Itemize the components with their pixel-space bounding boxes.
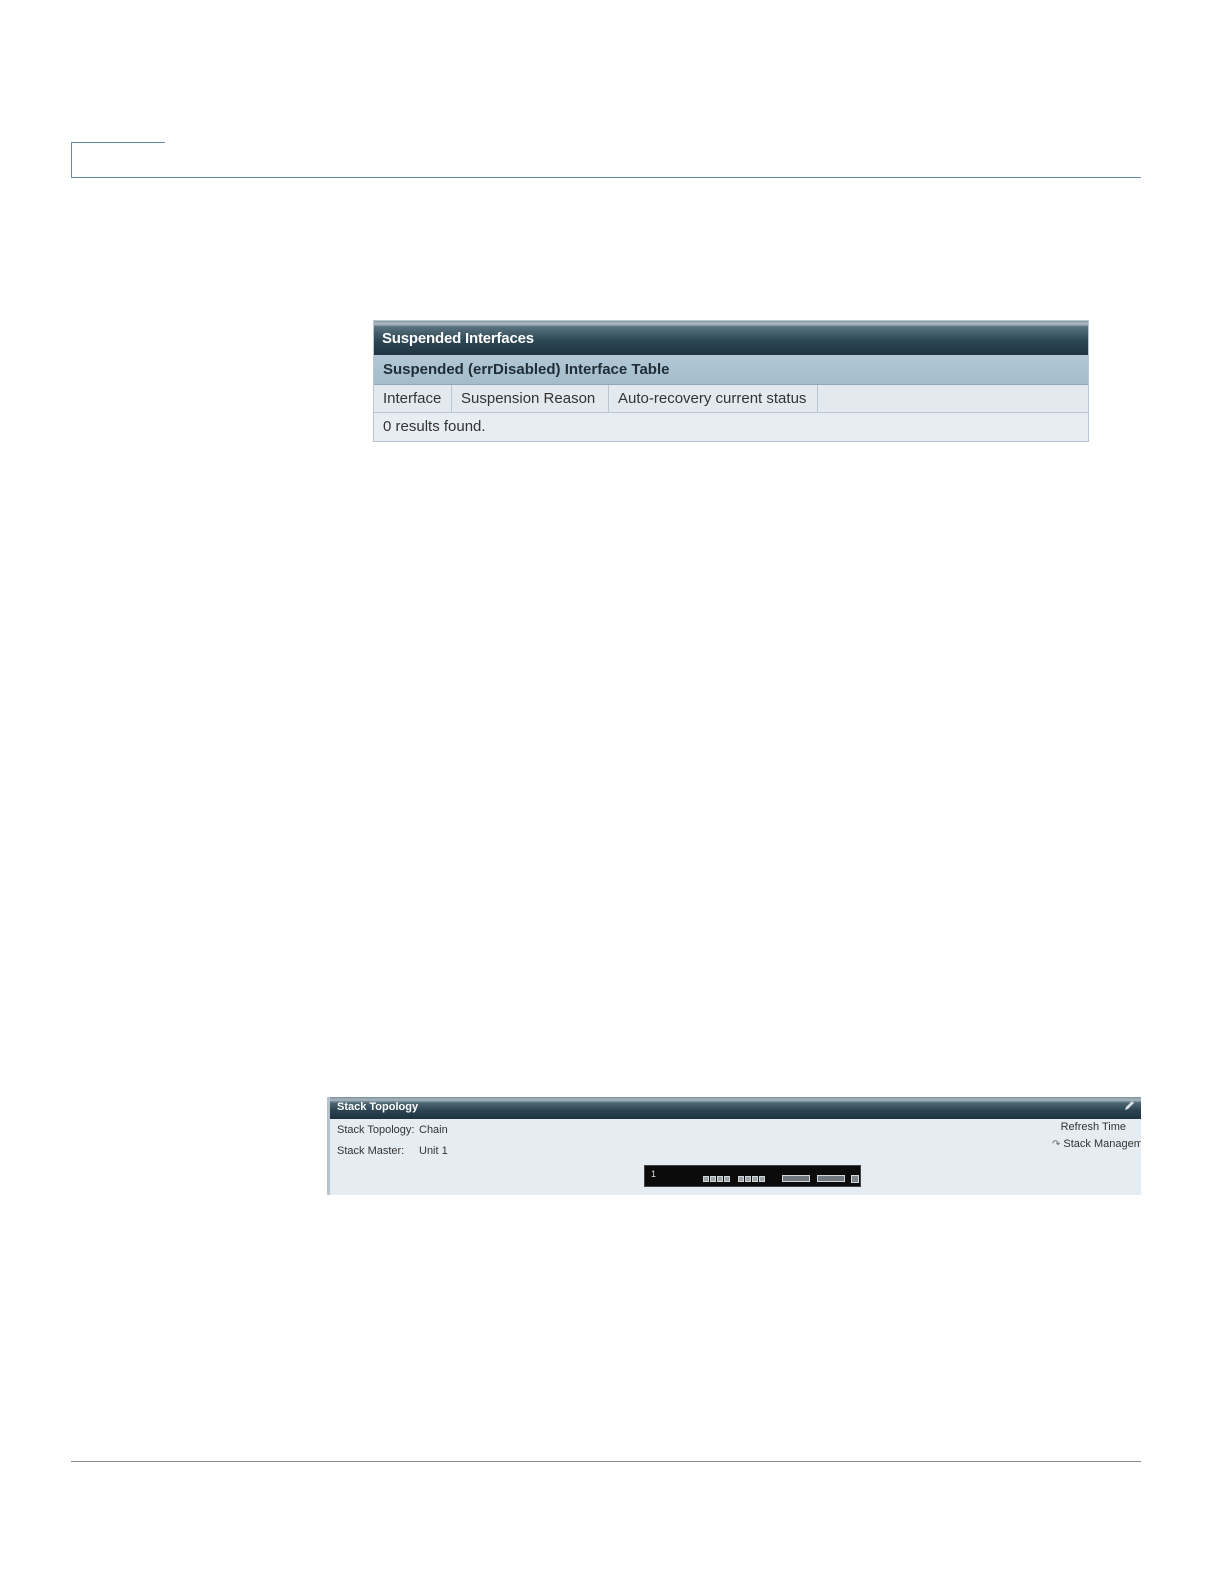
port-icon [752, 1176, 758, 1182]
column-header-auto-recovery-status[interactable]: Auto-recovery current status [609, 385, 818, 412]
sfp-port-icon [782, 1175, 810, 1182]
field-label: Stack Master: [337, 1145, 405, 1157]
stack-unit-image[interactable]: 1 [644, 1165, 861, 1187]
port-icon [703, 1176, 709, 1182]
suspended-interfaces-panel: Suspended Interfaces Suspended (errDisab… [373, 320, 1089, 442]
refresh-time-label[interactable]: Refresh Time [1061, 1121, 1126, 1133]
panel-title: Suspended Interfaces [374, 321, 1088, 355]
field-value: Chain [419, 1124, 448, 1136]
port-icon [738, 1176, 744, 1182]
page-header-tab [71, 142, 165, 178]
page-header-rule [71, 177, 1141, 178]
stack-management-link[interactable]: ↷ Stack Manageme [1052, 1138, 1141, 1150]
stack-master-field: Stack Master: Unit 1 [337, 1145, 448, 1157]
stack-topology-field: Stack Topology: Chain [337, 1124, 448, 1136]
table-title: Suspended (errDisabled) Interface Table [374, 355, 1088, 385]
column-header-suspension-reason[interactable]: Suspension Reason [452, 385, 609, 412]
port-icon [745, 1176, 751, 1182]
stack-management-label: Stack Manageme [1063, 1138, 1141, 1150]
sfp-port-icon [817, 1175, 845, 1182]
link-icon: ↷ [1052, 1139, 1061, 1150]
console-port-icon [851, 1175, 859, 1183]
field-label: Stack Topology: [337, 1124, 415, 1136]
unit-number: 1 [651, 1169, 657, 1179]
port-icon [710, 1176, 716, 1182]
stack-topology-panel: Stack Topology Stack Topology: Chain Stac… [327, 1097, 1141, 1195]
field-value: Unit 1 [419, 1145, 448, 1157]
panel-title-text: Stack Topology [337, 1101, 419, 1113]
panel-title: Stack Topology [330, 1097, 1141, 1119]
column-header-interface[interactable]: Interface [374, 385, 452, 412]
port-icon [724, 1176, 730, 1182]
port-icon [717, 1176, 723, 1182]
empty-results-message: 0 results found. [383, 418, 486, 435]
pencil-icon[interactable] [1123, 1100, 1135, 1112]
page-footer-rule [71, 1461, 1141, 1462]
port-icon [759, 1176, 765, 1182]
table-header: Interface Suspension Reason Auto-recover… [374, 385, 1088, 413]
